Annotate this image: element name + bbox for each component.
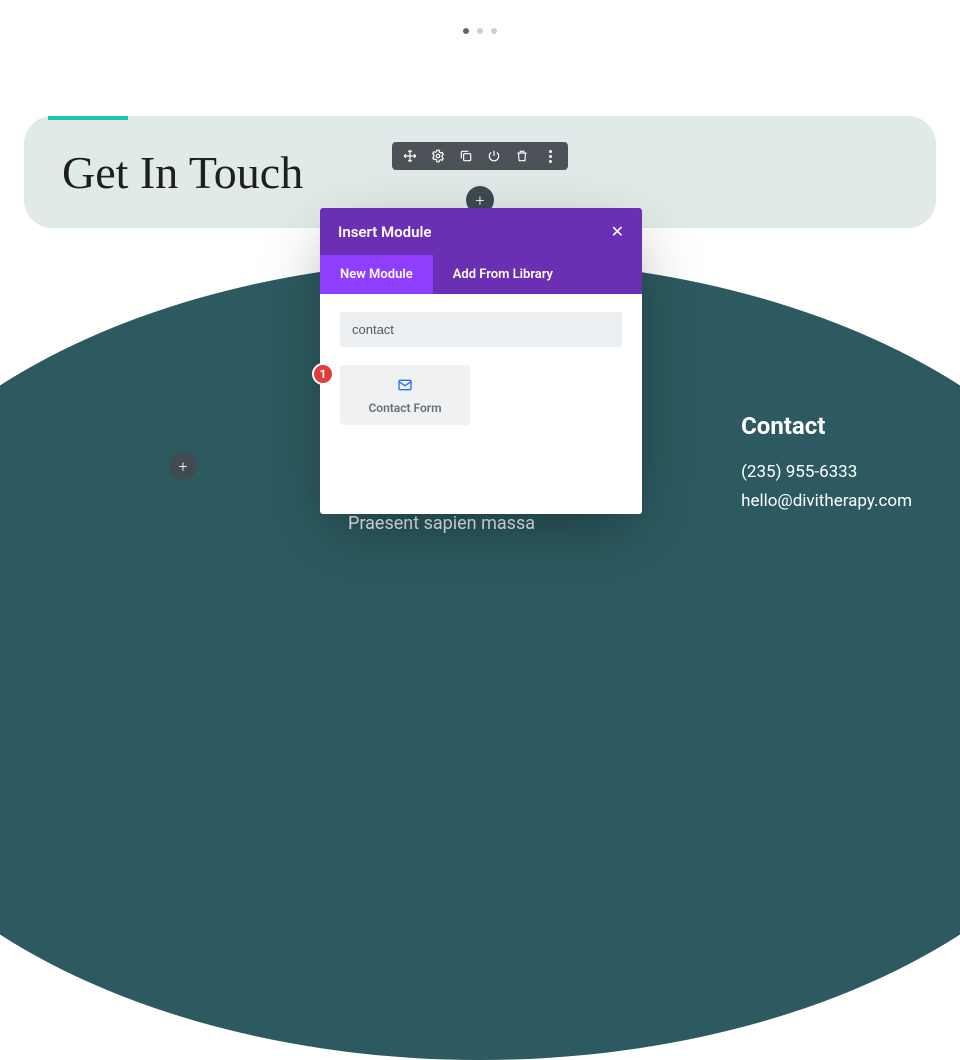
- step-badge: 1: [312, 363, 334, 385]
- mail-icon: [346, 377, 464, 397]
- contact-block: Contact (235) 955-6333 hello@divitherapy…: [741, 412, 912, 516]
- contact-heading: Contact: [741, 412, 912, 440]
- trash-icon[interactable]: [514, 148, 530, 164]
- pager-dots[interactable]: [463, 28, 497, 34]
- move-icon[interactable]: [402, 148, 418, 164]
- modal-title: Insert Module: [338, 223, 431, 241]
- pager-dot[interactable]: [463, 28, 469, 34]
- modal-tabs: New Module Add From Library: [320, 255, 642, 294]
- contact-email: hello@divitherapy.com: [741, 487, 912, 516]
- power-icon[interactable]: [486, 148, 502, 164]
- hero-title: Get In Touch: [62, 146, 303, 199]
- close-icon[interactable]: ✕: [611, 222, 624, 241]
- lorem-text: Praesent sapien massa: [348, 513, 535, 534]
- pager-dot[interactable]: [477, 28, 483, 34]
- contact-phone: (235) 955-6333: [741, 458, 912, 487]
- module-search-input[interactable]: [340, 312, 622, 347]
- insert-module-modal: Insert Module ✕ New Module Add From Libr…: [320, 208, 642, 514]
- more-icon[interactable]: [542, 148, 558, 164]
- modal-body: Contact Form: [320, 294, 642, 514]
- gear-icon[interactable]: [430, 148, 446, 164]
- pager-dot[interactable]: [491, 28, 497, 34]
- hero-accent-bar: [48, 116, 128, 120]
- tab-add-from-library[interactable]: Add From Library: [433, 255, 573, 294]
- module-item-label: Contact Form: [346, 401, 464, 415]
- module-toolbar[interactable]: [392, 142, 568, 170]
- tab-new-module[interactable]: New Module: [320, 255, 433, 294]
- module-item-contact-form[interactable]: Contact Form: [340, 365, 470, 425]
- add-section-button[interactable]: +: [169, 452, 197, 480]
- duplicate-icon[interactable]: [458, 148, 474, 164]
- modal-header: Insert Module ✕: [320, 208, 642, 255]
